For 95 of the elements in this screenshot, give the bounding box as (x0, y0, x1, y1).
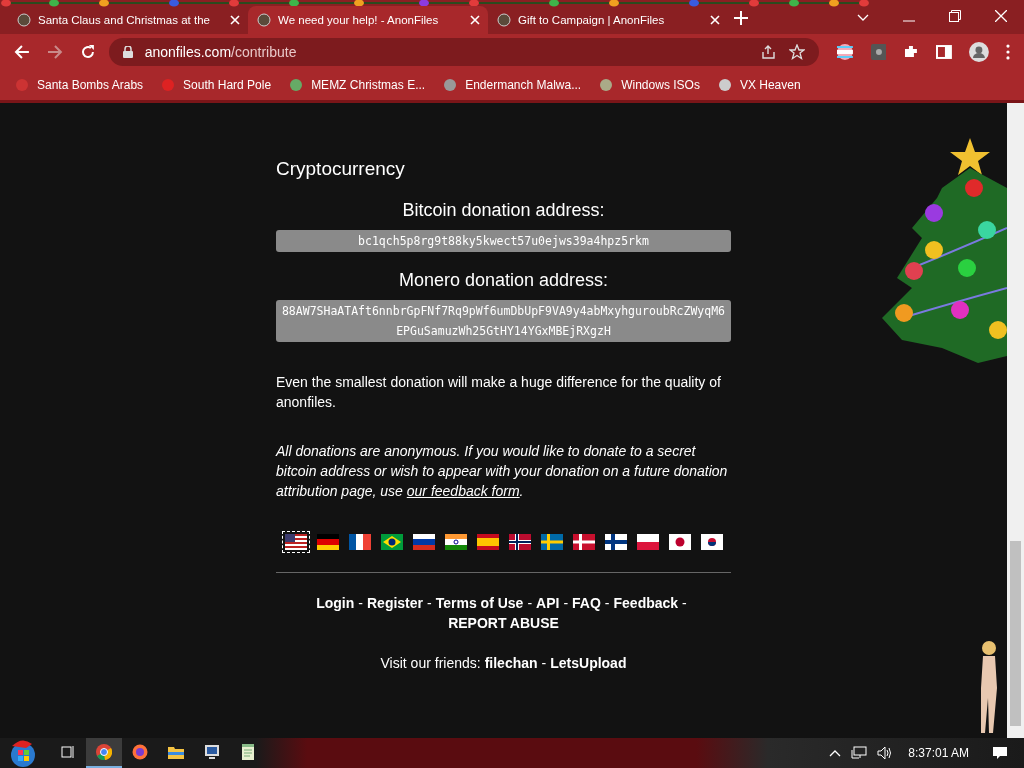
scrollbar[interactable] (1007, 103, 1024, 738)
footer-link[interactable]: Login (316, 595, 355, 611)
flag-icon (604, 534, 627, 550)
back-icon[interactable] (14, 44, 30, 60)
close-icon[interactable] (995, 10, 1007, 22)
flag-icon (380, 534, 403, 550)
flag-icon (348, 534, 371, 550)
separator-text: - (682, 595, 687, 611)
favicon-icon (256, 12, 272, 28)
flag-icon (284, 534, 307, 550)
forward-icon[interactable] (46, 44, 63, 60)
separator-text: - (563, 595, 569, 611)
bookmark[interactable]: Santa Bombs Arabs (14, 77, 144, 93)
flag-icon (668, 534, 691, 550)
browser-tab[interactable]: We need your help! - AnonFiles (248, 6, 488, 34)
star-icon[interactable] (788, 44, 805, 60)
close-icon[interactable] (710, 15, 720, 25)
separator-text: - (527, 595, 533, 611)
flag-icon (540, 534, 563, 550)
flag-icon (572, 534, 595, 550)
bookmark[interactable]: Windows ISOs (598, 77, 700, 93)
flag-icon (508, 534, 531, 550)
browser-tab[interactable]: Santa Claus and Christmas at the (8, 6, 248, 34)
new-tab-icon[interactable] (734, 11, 748, 25)
url-text: anonfiles.com/contribute (144, 44, 297, 60)
taskbar-app[interactable] (86, 738, 122, 768)
footer-link[interactable]: Feedback (613, 595, 679, 611)
address-label: Monero donation address: (397, 270, 610, 291)
friend-link[interactable]: filechan (484, 655, 538, 671)
browser-icon (96, 744, 112, 760)
separator-text: - (427, 595, 432, 611)
sidebar-icon[interactable] (936, 45, 953, 59)
bookmark-favicon-icon (160, 77, 177, 93)
separator-text: - (358, 595, 363, 611)
flag-icon (316, 534, 339, 550)
bookmark[interactable]: South Hard Pole (160, 77, 272, 93)
notification-icon[interactable] (992, 746, 1008, 760)
tab-title: Santa Claus and Christmas at the (38, 14, 211, 26)
share-icon[interactable] (760, 44, 777, 60)
flag-icon (476, 534, 499, 550)
scrollbar-thumb[interactable] (1010, 541, 1021, 726)
flag-icon (700, 534, 723, 550)
footer-link[interactable]: Register (367, 595, 424, 611)
bookmark[interactable]: Endermanch Malwa... (442, 77, 582, 93)
section-heading: Cryptocurrency (276, 158, 406, 180)
monitor-icon (204, 744, 220, 760)
bookmark[interactable]: MEMZ Christmas E... (288, 77, 426, 93)
bookmark-favicon-icon (442, 77, 459, 93)
flag-icon (636, 534, 659, 550)
favicon-icon (496, 12, 512, 28)
menu-icon[interactable] (1006, 44, 1011, 60)
start-button-icon[interactable] (8, 738, 38, 768)
feedback-link[interactable]: our feedback form (406, 483, 520, 499)
friend-link[interactable]: LetsUpload (550, 655, 627, 671)
footer-link[interactable]: FAQ (572, 595, 601, 611)
note-text: Even the smallest donation will make a huge difference for the quality of anonfiles. (276, 373, 722, 412)
notepad-icon (241, 744, 255, 760)
address-label: Bitcoin donation address: (401, 200, 606, 221)
anonymity-text: All donations are anonymous. If you would like to donate to a secret bitcoin address or wish to appear with your donation on a future donation attribution page, use our feedback form. (276, 442, 729, 501)
flag-icon (444, 534, 467, 550)
reload-icon[interactable] (79, 44, 96, 60)
footer-link[interactable]: Terms of Use (435, 595, 524, 611)
separator-text: - (541, 655, 547, 671)
folder-icon (168, 745, 184, 759)
lock-icon (122, 46, 133, 58)
language-button[interactable] (281, 531, 310, 553)
address-bar[interactable]: anonfiles.com/contribute (108, 38, 819, 66)
bookmark-favicon-icon (14, 77, 30, 93)
task-view-icon (60, 744, 76, 760)
bookmark-favicon-icon (598, 77, 615, 93)
flag-extension-icon[interactable] (835, 43, 854, 61)
tab-title: Gift to Campaign | AnonFiles (518, 14, 666, 26)
close-icon[interactable] (230, 15, 240, 25)
friends-label: Visit our friends: (380, 655, 481, 671)
profile-icon[interactable] (969, 42, 990, 62)
clock-text[interactable]: 8:37:01 AM (908, 746, 969, 760)
bookmark-favicon-icon (716, 77, 733, 93)
browser-tab[interactable]: Gift to Campaign | AnonFiles (488, 6, 728, 34)
bookmark[interactable]: VX Heaven (716, 77, 801, 93)
close-icon[interactable] (470, 15, 480, 25)
bookmark-favicon-icon (288, 77, 305, 93)
tab-title: We need your help! - AnonFiles (278, 14, 440, 26)
separator-text: - (604, 595, 610, 611)
chevron-up-icon[interactable] (829, 749, 842, 757)
extension-icon[interactable] (870, 44, 887, 60)
browser-icon (132, 744, 148, 760)
puzzle-icon[interactable] (903, 44, 920, 60)
volume-icon[interactable] (877, 746, 894, 760)
favicon-icon (16, 12, 32, 28)
restore-icon[interactable] (949, 10, 961, 22)
flag-icon (412, 534, 435, 550)
tab-search-icon[interactable] (857, 14, 869, 22)
network-icon[interactable] (851, 746, 868, 760)
footer-link[interactable]: API (536, 595, 560, 611)
footer-link[interactable]: REPORT ABUSE (448, 615, 559, 631)
